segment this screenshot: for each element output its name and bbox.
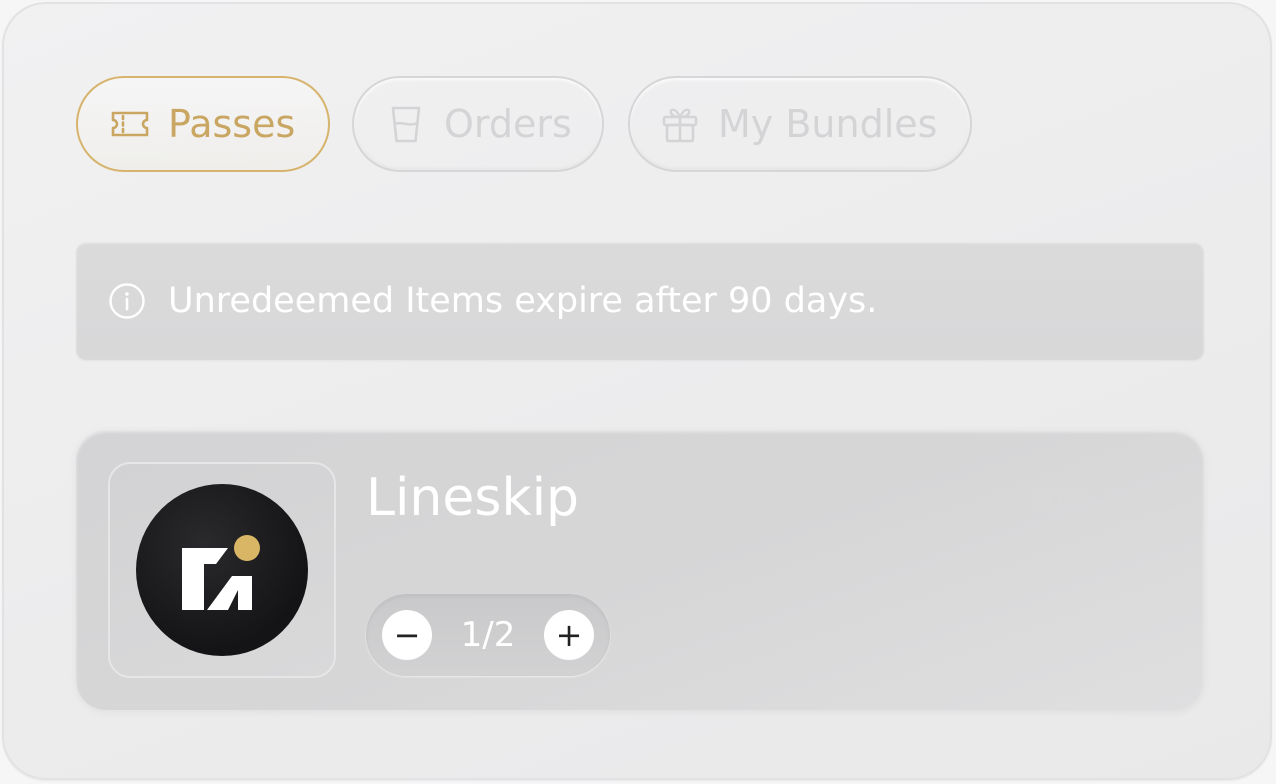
tab-orders[interactable]: Orders (352, 76, 604, 172)
passes-panel: Passes Orders My Bundles Unredeemed Item… (2, 2, 1272, 780)
expiry-notice: Unredeemed Items expire after 90 days. (76, 242, 1204, 360)
tab-passes[interactable]: Passes (76, 76, 330, 172)
tab-passes-label: Passes (168, 102, 296, 146)
pass-title: Lineskip (366, 468, 580, 528)
decrement-button[interactable]: − (382, 610, 432, 660)
pass-card[interactable]: Lineskip 2025-07-29 − 1/2 + (76, 430, 1204, 710)
notice-text: Unredeemed Items expire after 90 days. (168, 281, 878, 321)
cup-icon (384, 102, 428, 146)
gift-icon (658, 102, 702, 146)
tab-my-bundles-label: My Bundles (718, 102, 938, 146)
tab-orders-label: Orders (444, 102, 572, 146)
plus-icon: + (555, 616, 583, 654)
tab-my-bundles[interactable]: My Bundles (628, 76, 972, 172)
quantity-stepper[interactable]: − 1/2 + (366, 594, 610, 676)
pass-date: 2025-07-29 (1030, 486, 1176, 515)
minus-icon: − (393, 616, 421, 654)
quantity-value: 1/2 (460, 615, 516, 655)
info-icon (108, 282, 146, 320)
increment-button[interactable]: + (544, 610, 594, 660)
pass-logo-tile (108, 462, 336, 678)
ticket-icon (108, 102, 152, 146)
lineskip-logo (136, 484, 308, 656)
